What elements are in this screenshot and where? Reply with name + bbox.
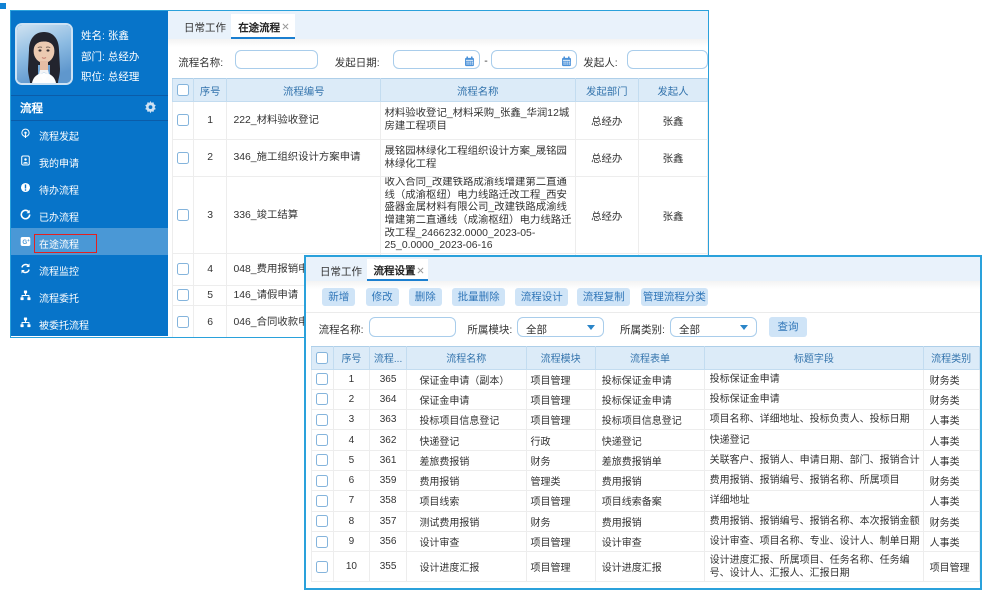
svg-text:+: +	[27, 238, 30, 243]
